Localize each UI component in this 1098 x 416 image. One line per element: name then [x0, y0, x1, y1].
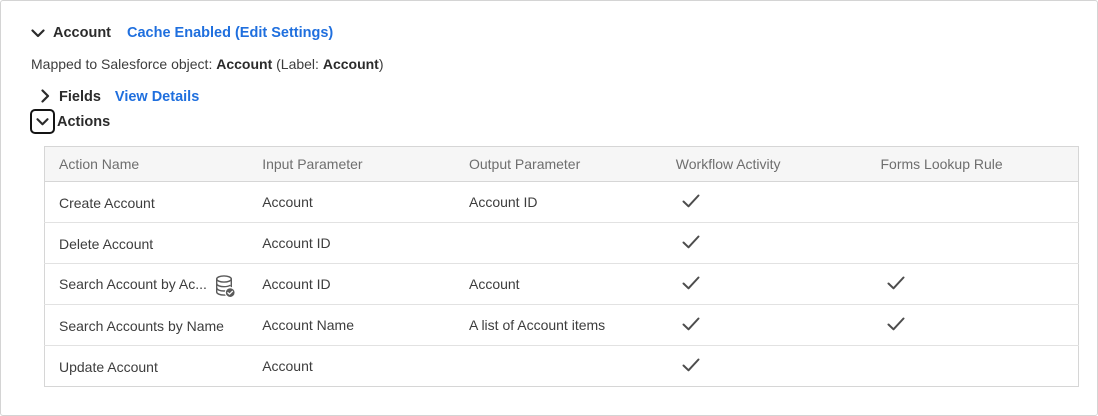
- action-name-cell: Search Account by Ac...: [59, 276, 207, 292]
- forms-lookup-rule-cell: [867, 223, 1079, 264]
- input-parameter-cell: Account: [248, 182, 455, 223]
- workflow-activity-cell: [662, 182, 867, 223]
- forms-lookup-rule-cell: [867, 346, 1079, 387]
- input-parameter-cell: Account ID: [248, 264, 455, 305]
- action-name-cell: Delete Account: [59, 236, 153, 252]
- fields-section-label: Fields: [59, 89, 101, 105]
- input-parameter-cell: Account Name: [248, 305, 455, 346]
- forms-lookup-rule-cell: [867, 305, 1079, 346]
- table-row: Create Account Account Account ID: [45, 182, 1079, 223]
- mapped-object-line: Mapped to Salesforce object: Account (La…: [31, 56, 384, 72]
- table-row: Search Accounts by Name Account Name A l…: [45, 305, 1079, 346]
- table-row: Delete Account Account ID: [45, 223, 1079, 264]
- fields-expand-toggle[interactable]: [41, 89, 50, 106]
- chevron-down-icon: [36, 114, 49, 129]
- column-header-workflow-activity: Workflow Activity: [662, 147, 867, 182]
- account-integration-panel: Account Cache Enabled (Edit Settings) Ma…: [0, 0, 1098, 416]
- mapped-object-name: Account: [216, 56, 272, 72]
- fields-section-header: Fields View Details: [41, 88, 199, 106]
- mapped-suffix-text: ): [379, 56, 384, 72]
- check-icon: [682, 317, 700, 334]
- check-icon: [682, 194, 700, 211]
- forms-lookup-rule-cell: [867, 264, 1079, 305]
- database-check-icon: [214, 274, 236, 299]
- output-parameter-cell: Account ID: [455, 182, 662, 223]
- section-title: Account: [53, 25, 111, 41]
- check-icon: [887, 276, 905, 293]
- column-header-input-parameter: Input Parameter: [248, 147, 455, 182]
- output-parameter-cell: A list of Account items: [455, 305, 662, 346]
- mapped-label-prefix-text: (Label:: [272, 56, 323, 72]
- mapped-label-value: Account: [323, 56, 379, 72]
- table-row: Search Account by Ac... Account ID Accou…: [45, 264, 1079, 305]
- column-header-forms-lookup-rule: Forms Lookup Rule: [867, 147, 1079, 182]
- table-row: Update Account Account: [45, 346, 1079, 387]
- actions-section-label: Actions: [57, 114, 110, 130]
- view-details-link[interactable]: View Details: [115, 89, 199, 105]
- workflow-activity-cell: [662, 264, 867, 305]
- input-parameter-cell: Account ID: [248, 223, 455, 264]
- workflow-activity-cell: [662, 223, 867, 264]
- output-parameter-cell: [455, 223, 662, 264]
- workflow-activity-cell: [662, 305, 867, 346]
- table-header-row: Action Name Input Parameter Output Param…: [45, 147, 1079, 182]
- action-name-cell: Create Account: [59, 195, 155, 211]
- action-name-cell: Search Accounts by Name: [59, 318, 224, 334]
- cache-settings-link[interactable]: Cache Enabled (Edit Settings): [127, 25, 333, 41]
- check-icon: [887, 317, 905, 334]
- account-collapse-toggle[interactable]: [31, 26, 45, 41]
- forms-lookup-rule-cell: [867, 182, 1079, 223]
- chevron-right-icon: [41, 89, 50, 106]
- output-parameter-cell: Account: [455, 264, 662, 305]
- column-header-output-parameter: Output Parameter: [455, 147, 662, 182]
- output-parameter-cell: [455, 346, 662, 387]
- actions-table: Action Name Input Parameter Output Param…: [44, 146, 1079, 387]
- check-icon: [682, 358, 700, 375]
- mapped-prefix-text: Mapped to Salesforce object:: [31, 56, 216, 72]
- check-icon: [682, 235, 700, 252]
- column-header-action-name: Action Name: [45, 147, 249, 182]
- actions-section-header: Actions: [30, 109, 110, 134]
- action-name-cell: Update Account: [59, 359, 158, 375]
- input-parameter-cell: Account: [248, 346, 455, 387]
- chevron-down-icon: [31, 26, 45, 41]
- actions-collapse-toggle[interactable]: [30, 109, 55, 134]
- actions-table-body: Create Account Account Account ID Delete…: [45, 182, 1079, 387]
- check-icon: [682, 276, 700, 293]
- workflow-activity-cell: [662, 346, 867, 387]
- account-section-header: Account Cache Enabled (Edit Settings): [31, 23, 333, 43]
